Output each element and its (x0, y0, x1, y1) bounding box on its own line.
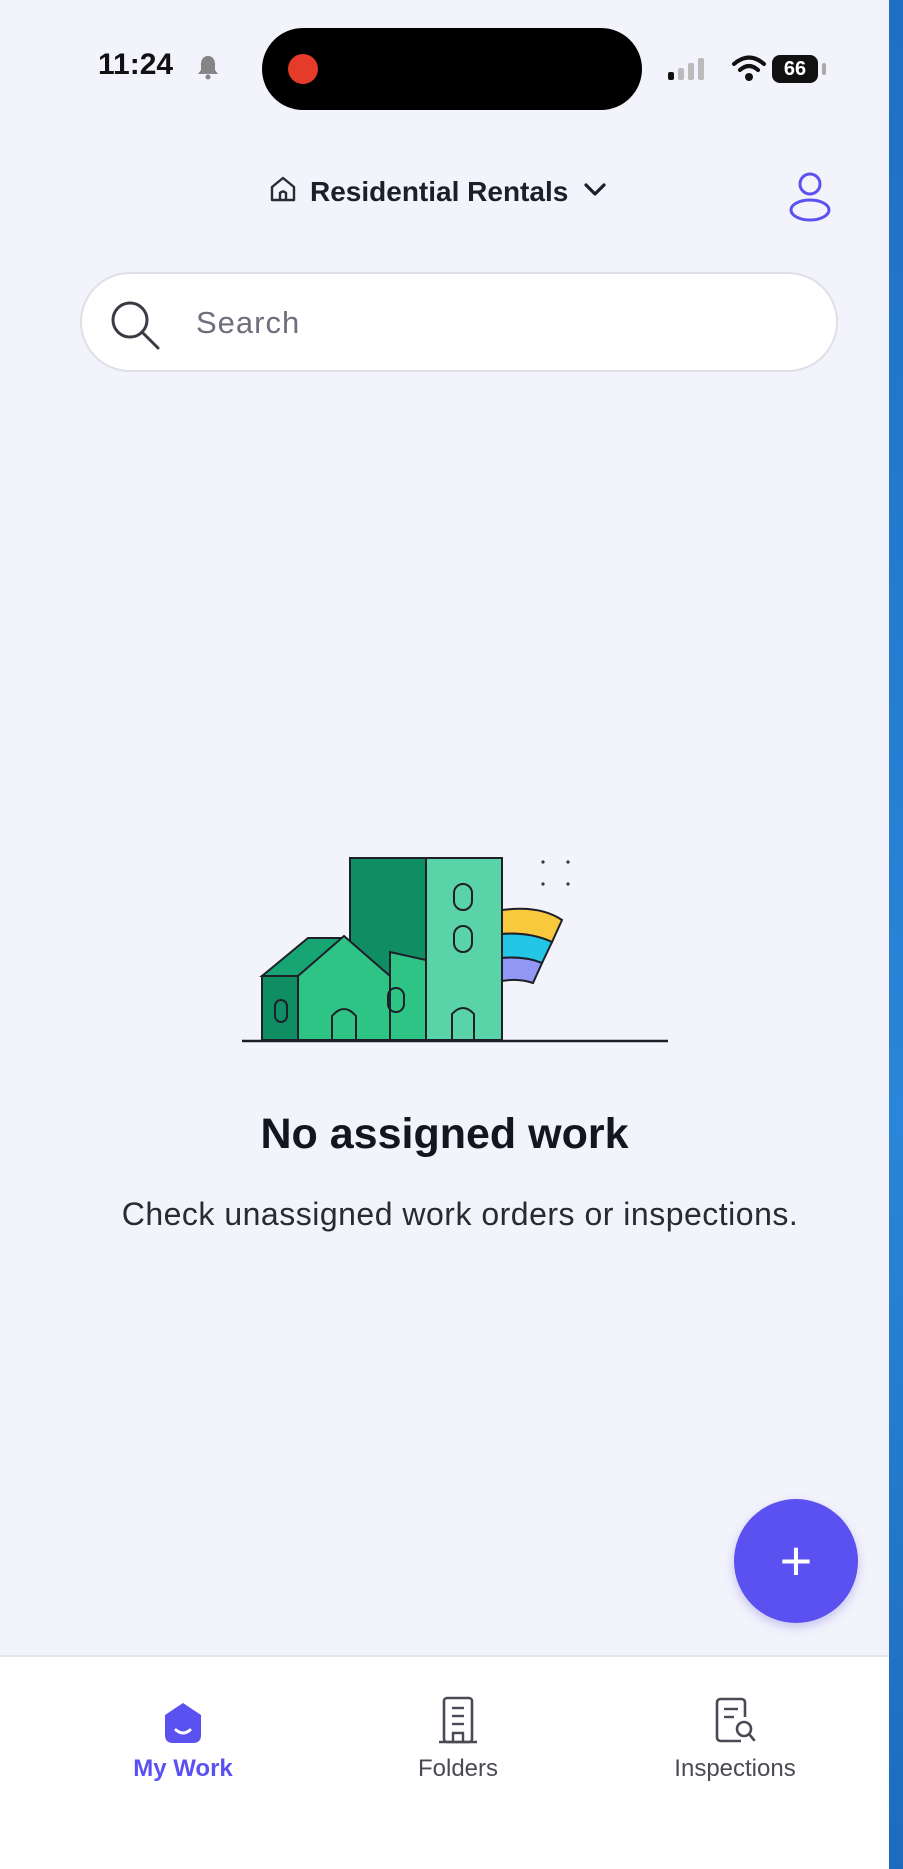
recording-indicator (288, 54, 318, 84)
wifi-icon (732, 54, 766, 87)
battery-indicator: 66 (772, 55, 818, 83)
home-icon (268, 174, 298, 209)
tab-my-work[interactable]: My Work (83, 1693, 283, 1783)
profile-button[interactable] (786, 170, 834, 227)
inspection-icon (635, 1693, 835, 1745)
dynamic-island (262, 28, 642, 110)
plus-icon: + (779, 1529, 813, 1592)
app-screen: 11:24 66 Residential Rentals Search No a… (0, 0, 889, 1869)
empty-state-illustration (240, 850, 680, 1065)
search-icon (108, 298, 162, 357)
bottom-nav: My Work Folders Inspections (0, 1655, 889, 1869)
status-time: 11:24 (98, 48, 174, 81)
battery-nub (822, 63, 826, 75)
tab-label: My Work (133, 1755, 233, 1782)
chevron-down-icon (580, 174, 610, 209)
empty-state-title: No assigned work (260, 1110, 629, 1158)
background-edge-right (889, 0, 903, 1869)
tab-folders[interactable]: Folders (358, 1693, 558, 1783)
add-button[interactable]: + (734, 1499, 858, 1623)
signal-icon (668, 58, 708, 85)
building-icon (358, 1693, 558, 1745)
user-icon (786, 172, 834, 226)
empty-state-subtitle: Check unassigned work orders or inspecti… (121, 1196, 799, 1232)
location-selector[interactable]: Residential Rentals (268, 174, 610, 209)
bell-muted-icon (196, 54, 220, 85)
location-label: Residential Rentals (310, 175, 569, 207)
my-work-icon (83, 1693, 283, 1745)
tab-label: Inspections (674, 1755, 796, 1782)
search-bar[interactable] (80, 272, 838, 372)
search-input[interactable] (194, 294, 798, 352)
tab-label: Folders (417, 1755, 499, 1782)
tab-inspections[interactable]: Inspections (635, 1693, 835, 1783)
